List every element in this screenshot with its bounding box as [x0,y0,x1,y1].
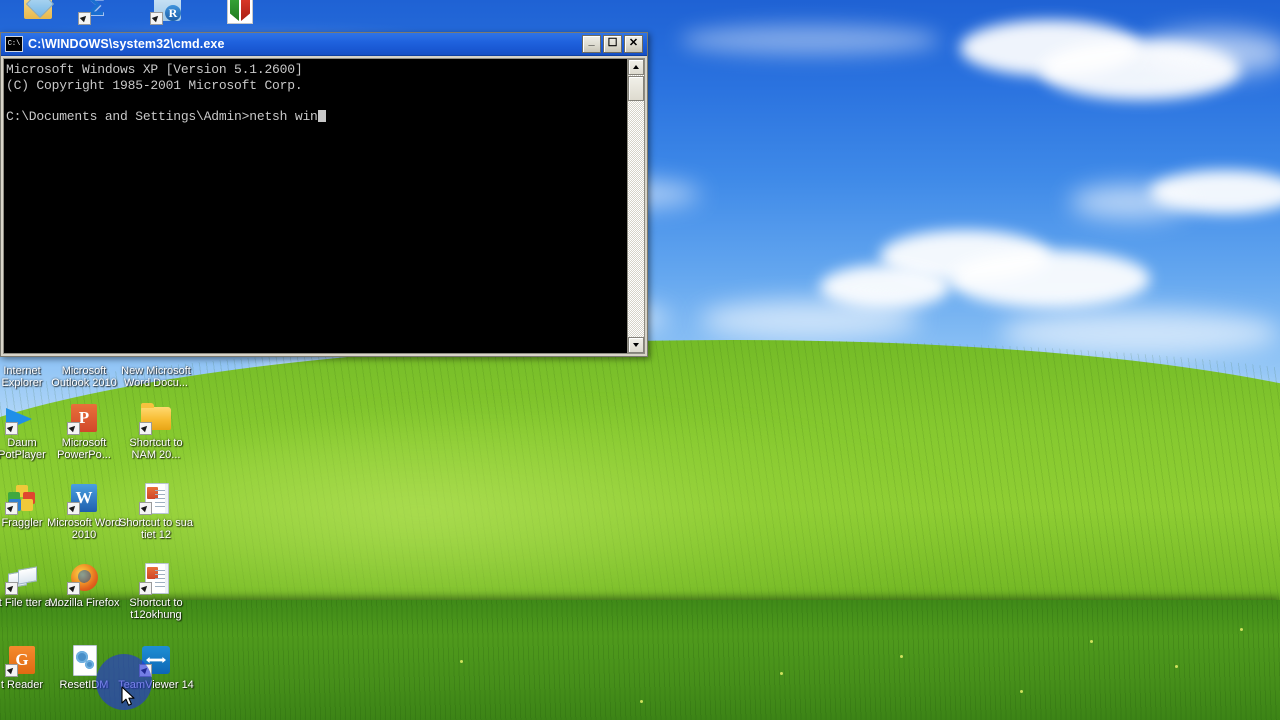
console-prompt: C:\Documents and Settings\Admin> [6,108,250,124]
console-caret [317,109,326,122]
wallpaper-flower [1090,640,1093,643]
desktop-icon-defraggler-glyph [5,482,38,515]
console-line-1: Microsoft Windows XP [Version 5.1.2600] [6,62,303,77]
cmd-window-title: C:\WINDOWS\system32\cmd.exe [28,37,225,51]
desktop-icon-shortcut-to-nam-20-label: Shortcut to NAM 20... [129,437,183,461]
shortcut-arrow-icon [5,664,18,677]
desktop-icon-r-app[interactable] [129,0,205,27]
shortcut-arrow-icon [67,582,80,595]
minimize-button[interactable]: _ [582,35,601,53]
desktop-icon-blue-envelope-glyph [22,0,54,24]
console-line-2: (C) Copyright 1985-2001 Microsoft Corp. [6,77,303,93]
desktop-icon-microsoft-outlook-2010-label: Microsoft Outlook 2010 [51,365,117,389]
red-green-app-icon [227,0,253,24]
scroll-up-button[interactable] [628,59,644,75]
desktop-icon-microsoft-word-2010-glyph: W [67,482,100,515]
desktop-icon-microsoft-powerpoint[interactable]: P Microsoft PowerPo... [46,402,122,461]
console-output[interactable]: Microsoft Windows XP [Version 5.1.2600] … [4,59,627,353]
desktop-icon-microsoft-powerpoint-label: Microsoft PowerPo... [57,437,111,461]
shortcut-arrow-icon [139,582,152,595]
cmd-window[interactable]: C:\ C:\WINDOWS\system32\cmd.exe _ ☐ ✕ Mi… [0,32,648,357]
desktop-screen: ΣInternet ExplorerMicrosoft Outlook 2010… [0,0,1280,720]
desktop-icon-resetidm[interactable]: ResetIDM [46,644,122,691]
desktop-icon-resetidm-label: ResetIDM [59,679,109,691]
desktop-icon-new-microsoft-word-document-label: New Microsoft Word Docu... [121,365,191,389]
cloud-wisp [680,25,940,55]
gear-icon [73,645,97,676]
desktop-icon-microsoft-powerpoint-glyph: P [67,402,100,435]
scroll-down-button[interactable] [628,337,644,353]
cmd-titlebar[interactable]: C:\ C:\WINDOWS\system32\cmd.exe _ ☐ ✕ [1,33,647,56]
desktop-icon-microsoft-word-2010-label: Microsoft Word 2010 [47,517,121,541]
desktop-icon-test-file-glyph [5,562,38,595]
shortcut-arrow-icon [139,422,152,435]
shortcut-arrow-icon [150,12,163,25]
desktop-icon-daum-potplayer-glyph [5,402,38,435]
cloud [1140,30,1280,76]
desktop-icon-mozilla-firefox-label: Mozilla Firefox [48,597,120,609]
scrollbar-thumb[interactable] [628,76,644,101]
shortcut-arrow-icon [139,502,152,515]
cloud [1070,185,1190,219]
desktop-icon-shortcut-to-t12okhung-glyph [139,562,172,595]
shortcut-arrow-icon [78,12,91,25]
desktop-icon-shortcut-to-sua-tiet-12-glyph [139,482,172,515]
document-lines [155,570,165,588]
cmd-icon: C:\ [5,36,23,52]
document-lines [155,490,165,508]
shortcut-arrow-icon [5,582,18,595]
desktop-icon-teamviewer-14[interactable]: TeamViewer 14 [118,644,194,691]
wallpaper-flower [1175,665,1178,668]
desktop-icon-sigma-app-glyph: Σ [78,0,111,25]
shortcut-arrow-icon [139,664,152,677]
desktop-icon-red-green-app[interactable] [201,0,277,27]
shortcut-arrow-icon [5,502,18,515]
desktop-icon-shortcut-to-t12okhung[interactable]: Shortcut to t12okhung [118,562,194,621]
chevron-up-icon [633,65,639,69]
desktop-icon-mozilla-firefox[interactable]: Mozilla Firefox [46,562,122,609]
desktop-icon-r-app-glyph [150,0,183,25]
desktop-icon-foxit-reader-glyph: G [5,644,38,677]
shortcut-arrow-icon [5,422,18,435]
desktop-icon-shortcut-to-t12okhung-label: Shortcut to t12okhung [129,597,183,621]
desktop-icon-shortcut-to-sua-tiet-12-label: Shortcut to sua tiet 12 [119,517,193,541]
desktop-icon-shortcut-to-nam-20-glyph [139,402,172,435]
desktop-icon-shortcut-to-sua-tiet-12[interactable]: Shortcut to sua tiet 12 [118,482,194,541]
console-typed-command: netsh win [249,108,318,124]
chevron-down-icon [633,343,639,347]
desktop-icon-sigma-app[interactable]: Σ [57,0,133,27]
close-icon: ✕ [628,37,639,49]
wallpaper-flower [460,660,463,663]
maximize-icon: ☐ [607,37,618,49]
wallpaper-flower [780,672,783,675]
close-button[interactable]: ✕ [624,35,643,53]
desktop-icon-mozilla-firefox-glyph [67,562,100,595]
wallpaper-flower [640,700,643,703]
desktop-icon-microsoft-word-2010[interactable]: W Microsoft Word 2010 [46,482,122,541]
minimize-icon: _ [588,35,595,47]
window-controls: _ ☐ ✕ [582,35,645,53]
desktop-icon-teamviewer-14-label: TeamViewer 14 [118,679,194,691]
cmd-client-area: Microsoft Windows XP [Version 5.1.2600] … [3,58,645,354]
console-scrollbar[interactable] [627,59,644,353]
shortcut-arrow-icon [67,422,80,435]
wallpaper-flower [900,655,903,658]
shortcut-arrow-icon [67,502,80,515]
wallpaper-flower [1020,690,1023,693]
wallpaper-flower [1240,628,1243,631]
desktop-icon-teamviewer-14-glyph [139,644,172,677]
maximize-button[interactable]: ☐ [603,35,622,53]
desktop-icon-red-green-app-glyph [223,0,255,24]
blue-envelope-icon [24,0,52,19]
desktop-icon-resetidm-glyph [68,644,100,676]
cloud [700,300,920,340]
cloud [950,250,1150,308]
desktop-icon-shortcut-to-nam-20[interactable]: Shortcut to NAM 20... [118,402,194,461]
